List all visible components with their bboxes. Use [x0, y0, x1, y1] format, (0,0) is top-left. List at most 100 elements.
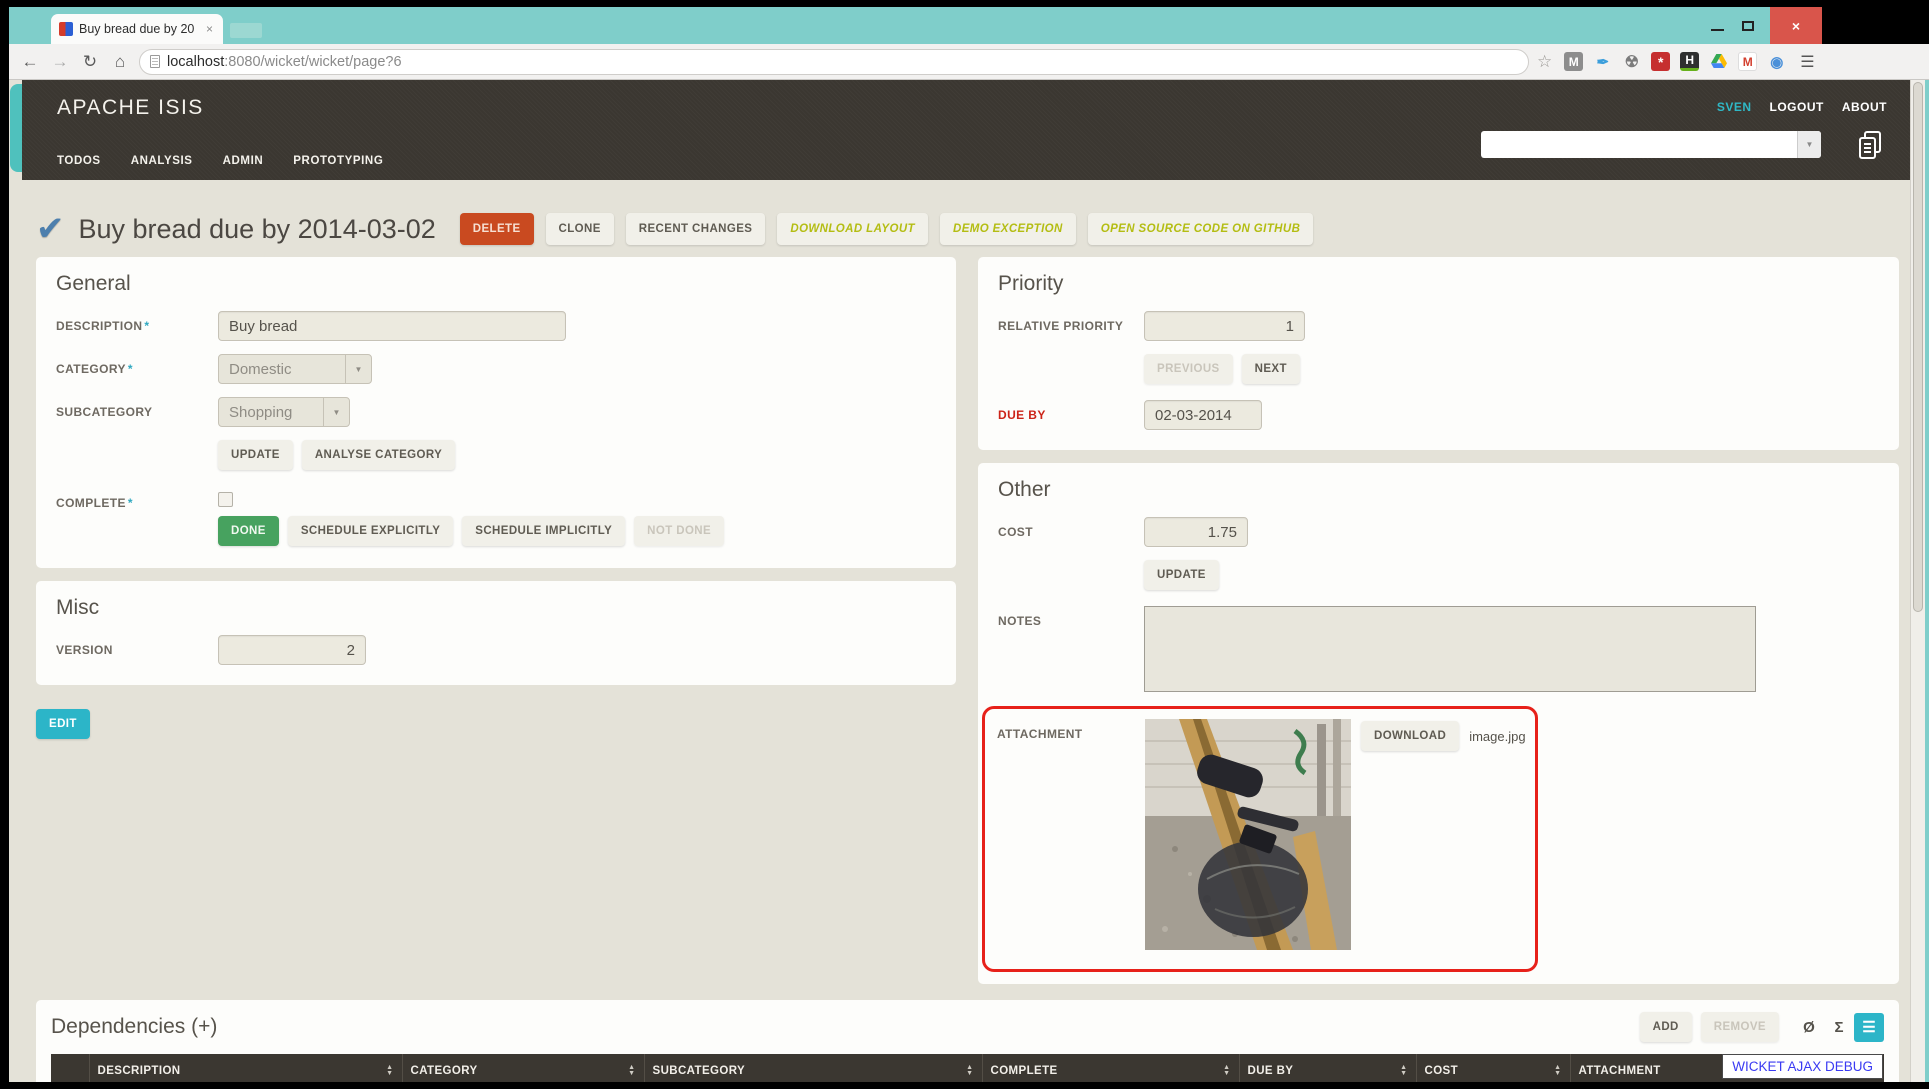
app-brand[interactable]: APACHE ISIS — [57, 96, 204, 120]
clone-button[interactable]: CLONE — [546, 213, 614, 245]
nav-item-analysis[interactable]: ANALYSIS — [131, 155, 193, 167]
description-label: DESCRIPTION — [56, 319, 142, 333]
download-button[interactable]: DOWNLOAD — [1361, 721, 1459, 751]
attachment-image — [1145, 719, 1351, 955]
attachment-highlight-box: ATTACHMENT — [982, 706, 1538, 972]
description-input[interactable] — [218, 311, 566, 341]
show-hide-nulls-icon[interactable]: Ø — [1794, 1013, 1824, 1042]
edit-button[interactable]: EDIT — [36, 709, 90, 739]
logout-link[interactable]: LOGOUT — [1770, 100, 1824, 114]
general-heading: General — [56, 272, 936, 296]
attachment-label: ATTACHMENT — [997, 719, 1145, 955]
priority-heading: Priority — [998, 272, 1879, 296]
priority-panel: Priority RELATIVE PRIORITY PREVIOUS NEXT… — [978, 257, 1899, 450]
cost-input[interactable] — [1144, 517, 1248, 547]
done-button[interactable]: DONE — [218, 516, 279, 546]
sort-down-icon: ▼ — [1554, 1071, 1561, 1077]
nav-item-prototyping[interactable]: PROTOTYPING — [293, 155, 383, 167]
update-button[interactable]: UPDATE — [218, 440, 293, 470]
extension-icon-7-gmail[interactable]: M — [1738, 52, 1757, 71]
complete-label: COMPLETE — [56, 496, 126, 510]
category-select[interactable]: Domestic ▼ — [218, 354, 372, 384]
browser-titlebar: Buy bread due by 20 × × — [9, 7, 1929, 44]
column-header: DESCRIPTION — [98, 1065, 181, 1077]
column-header: CATEGORY — [411, 1065, 478, 1077]
column-header: ATTACHMENT — [1579, 1065, 1661, 1077]
open-source-code-button[interactable]: OPEN SOURCE CODE ON GITHUB — [1088, 213, 1314, 245]
user-link[interactable]: SVEN — [1717, 100, 1752, 114]
dependencies-heading: Dependencies (+) — [51, 1015, 217, 1039]
new-tab-button[interactable] — [230, 23, 262, 38]
list-view-icon[interactable]: ☰ — [1854, 1013, 1884, 1042]
extension-icon-5[interactable]: H — [1680, 52, 1699, 71]
required-marker: * — [128, 362, 133, 376]
browser-menu-icon[interactable]: ☰ — [1800, 52, 1814, 72]
other-panel: Other COST UPDATE NOTES — [978, 463, 1899, 984]
subcategory-value: Shopping — [229, 404, 292, 421]
general-panel: General DESCRIPTION* CATEGORY* Domestic … — [36, 257, 956, 568]
header-accent-tab — [10, 84, 22, 172]
demo-exception-button[interactable]: DEMO EXCEPTION — [940, 213, 1076, 245]
bookmark-star-icon[interactable]: ☆ — [1537, 52, 1552, 72]
subcategory-select[interactable]: Shopping ▼ — [218, 397, 350, 427]
about-link[interactable]: ABOUT — [1842, 100, 1887, 114]
tab-title: Buy bread due by 20 — [79, 22, 198, 36]
remove-button: REMOVE — [1701, 1012, 1779, 1042]
minimize-button[interactable] — [1711, 29, 1724, 31]
header-search-select[interactable]: ▼ — [1481, 131, 1821, 158]
extension-icon-4[interactable]: * — [1651, 52, 1670, 71]
url-bar[interactable]: localhost :8080/wicket/wicket/page?6 — [139, 49, 1529, 75]
schedule-implicitly-button[interactable]: SCHEDULE IMPLICITLY — [462, 516, 625, 546]
column-header: COMPLETE — [991, 1065, 1058, 1077]
extension-icon-8[interactable]: ◉ — [1767, 52, 1786, 71]
forward-icon[interactable]: → — [49, 52, 71, 72]
extension-icon-1[interactable]: M — [1564, 52, 1583, 71]
due-by-label: DUE BY — [998, 400, 1144, 430]
extension-icon-3[interactable]: ☢ — [1622, 52, 1641, 71]
nav-item-todos[interactable]: TODOS — [57, 155, 101, 167]
refresh-icon[interactable]: ↻ — [79, 52, 101, 72]
scrollbar[interactable] — [1910, 80, 1925, 1082]
back-icon[interactable]: ← — [19, 52, 41, 72]
subcategory-label: SUBCATEGORY — [56, 397, 218, 427]
wicket-ajax-debug-link[interactable]: WICKET AJAX DEBUG — [1722, 1054, 1883, 1079]
browser-tab[interactable]: Buy bread due by 20 × — [51, 14, 223, 44]
maximize-button[interactable] — [1742, 21, 1754, 31]
category-label: CATEGORY — [56, 362, 126, 376]
page-icon — [150, 55, 160, 68]
notes-textarea[interactable] — [1144, 606, 1756, 692]
chevron-down-icon[interactable]: ▼ — [1797, 131, 1821, 158]
sort-down-icon: ▼ — [1400, 1071, 1407, 1077]
window-close-button[interactable]: × — [1770, 7, 1822, 44]
selector-column-header — [51, 1054, 89, 1082]
complete-checkbox[interactable] — [218, 492, 233, 507]
analyse-category-button[interactable]: ANALYSE CATEGORY — [302, 440, 455, 470]
column-header: DUE BY — [1248, 1065, 1294, 1077]
update-cost-button[interactable]: UPDATE — [1144, 560, 1219, 590]
delete-button[interactable]: DELETE — [460, 213, 534, 245]
category-value: Domestic — [229, 361, 292, 378]
relative-priority-label: RELATIVE PRIORITY — [998, 311, 1144, 341]
home-icon[interactable]: ⌂ — [109, 52, 131, 72]
required-marker: * — [144, 319, 149, 333]
schedule-explicitly-button[interactable]: SCHEDULE EXPLICITLY — [288, 516, 453, 546]
scrollbar-thumb[interactable] — [1913, 82, 1923, 612]
browser-toolbar: ← → ↻ ⌂ localhost :8080/wicket/wicket/pa… — [9, 44, 1929, 80]
page-viewport: APACHE ISIS TODOS ANALYSIS ADMIN PROTOTY… — [9, 80, 1929, 1082]
due-by-input[interactable] — [1144, 400, 1262, 430]
next-button[interactable]: NEXT — [1242, 354, 1300, 384]
nav-item-admin[interactable]: ADMIN — [223, 155, 264, 167]
extension-icon-2[interactable]: ✒ — [1593, 52, 1612, 71]
add-button[interactable]: ADD — [1640, 1012, 1692, 1042]
other-heading: Other — [998, 478, 1879, 502]
copy-pages-icon[interactable] — [1857, 130, 1885, 167]
summary-sigma-icon[interactable]: Σ — [1824, 1013, 1854, 1042]
sort-down-icon: ▼ — [386, 1071, 393, 1077]
tab-favicon-icon — [59, 22, 73, 36]
relative-priority-input — [1144, 311, 1305, 341]
sort-down-icon: ▼ — [628, 1071, 635, 1077]
extension-icon-6-drive[interactable] — [1709, 52, 1728, 71]
recent-changes-button[interactable]: RECENT CHANGES — [626, 213, 766, 245]
download-layout-button[interactable]: DOWNLOAD LAYOUT — [777, 213, 928, 245]
tab-close-icon[interactable]: × — [204, 22, 215, 36]
